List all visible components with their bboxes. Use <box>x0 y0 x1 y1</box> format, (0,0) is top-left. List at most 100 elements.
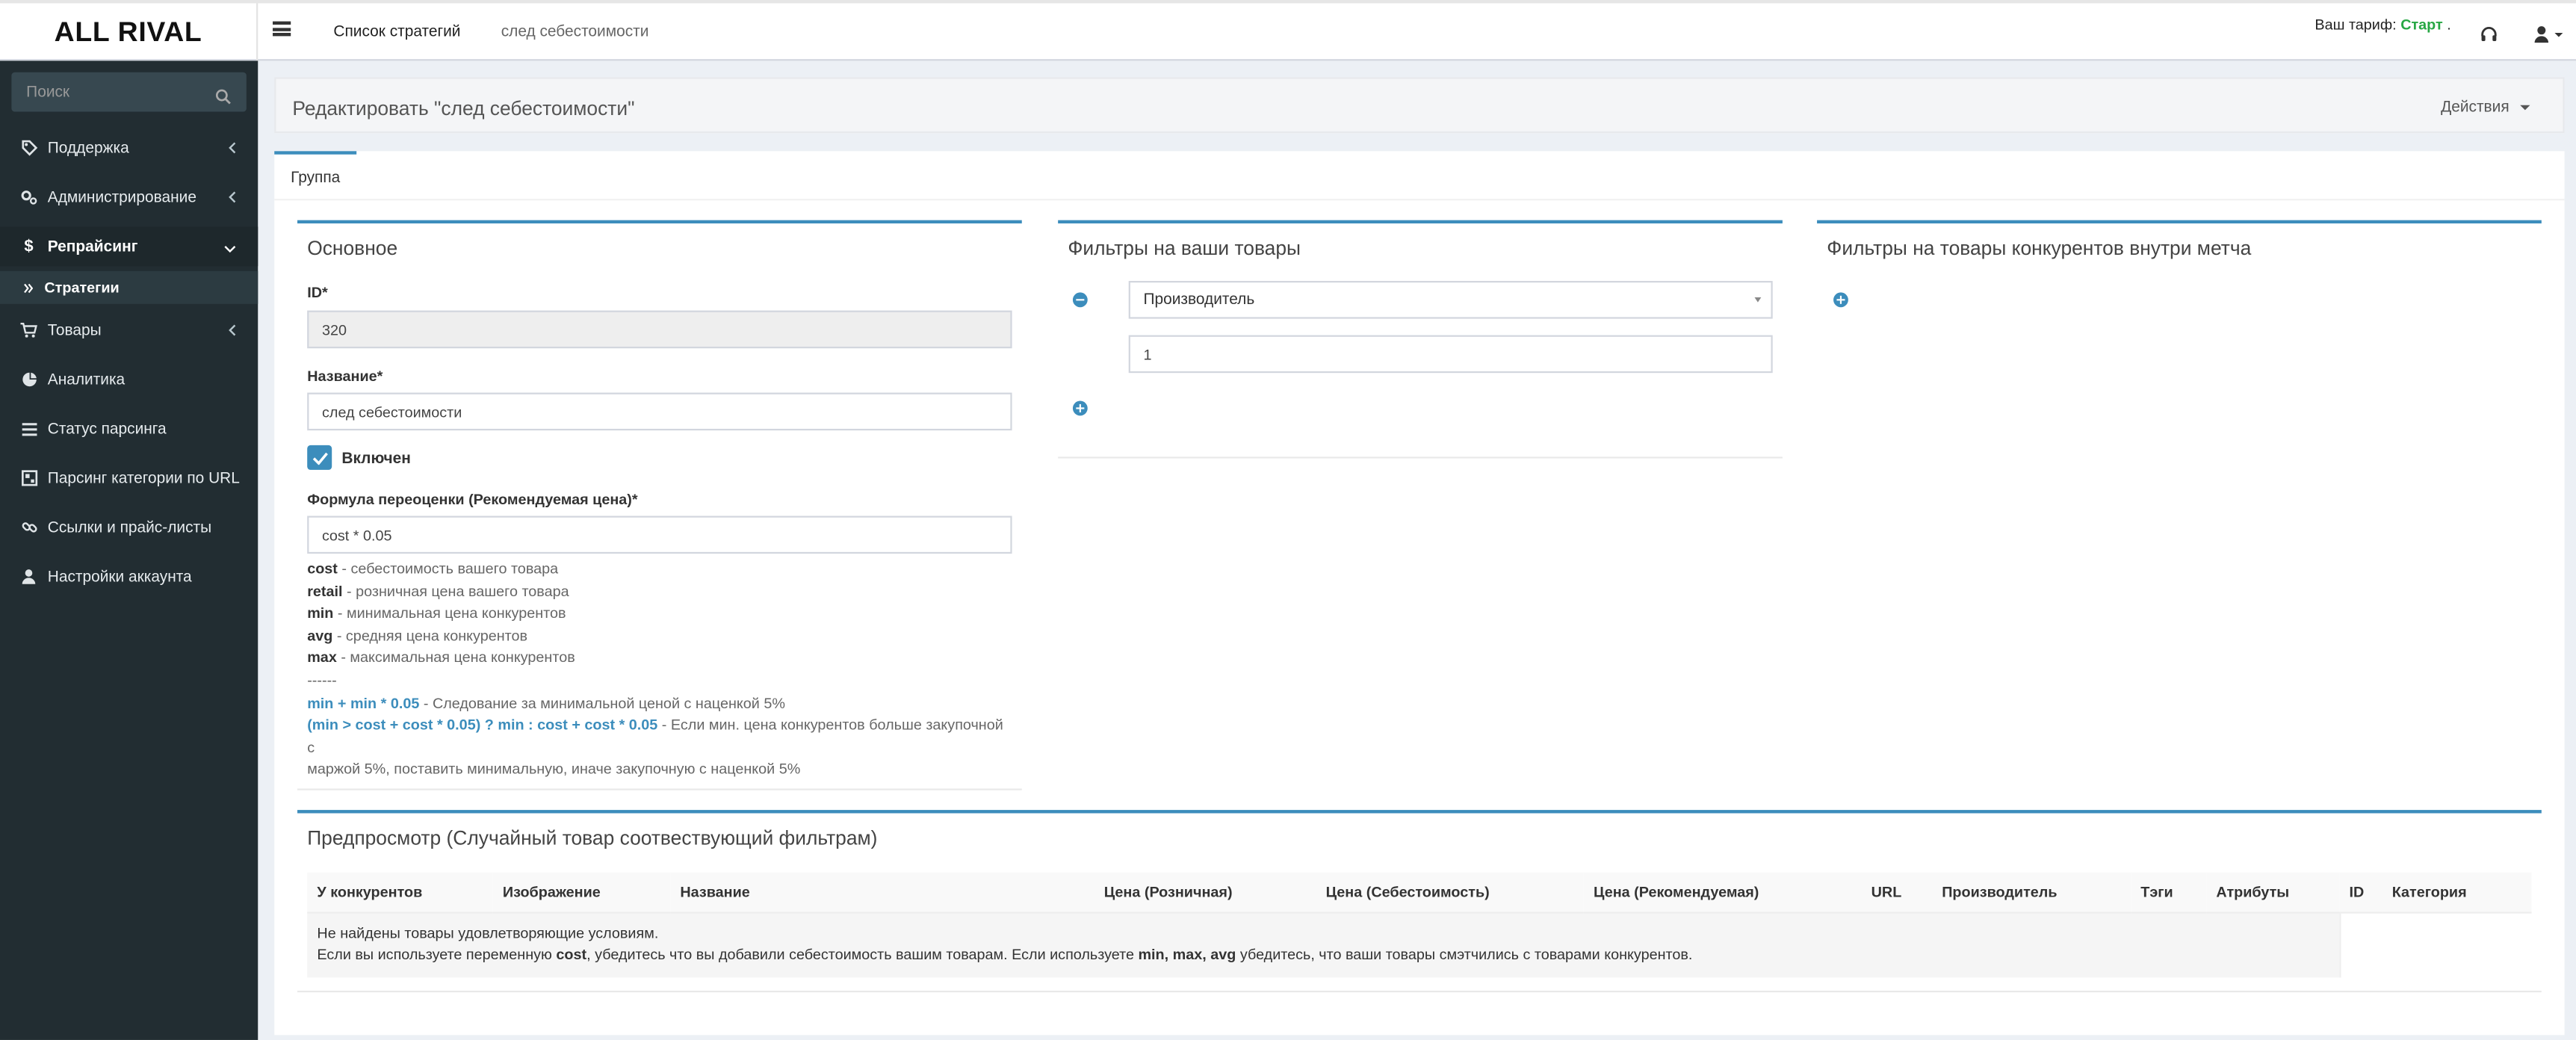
column-header: Цена (Себестоимость) <box>1316 872 1584 913</box>
pie-chart-icon <box>19 371 37 389</box>
column-header: У конкурентов <box>307 872 493 913</box>
sidebar-toggle-icon[interactable] <box>273 21 291 37</box>
list-icon <box>19 420 37 438</box>
box-divider <box>297 788 1022 790</box>
competitor-box-title: Фильтры на товары конкурентов внутри мет… <box>1827 236 2252 260</box>
sidebar-item-label: Настройки аккаунта <box>47 567 192 586</box>
column-header: Название <box>670 872 1095 913</box>
table-icon <box>19 469 37 487</box>
formula-label: Формула переоценки (Рекомендуемая цена)* <box>307 491 638 508</box>
sidebar-subitem-label: Стратегии <box>44 279 120 296</box>
id-label: ID* <box>307 284 328 301</box>
remove-filter-icon[interactable] <box>1072 292 1088 308</box>
empty-line: Не найдены товары удовлетворяющие услови… <box>317 923 659 941</box>
sidebar: Поддержка Администрирование $ Репрайсинг… <box>0 61 258 1040</box>
chevron-left-icon <box>229 141 237 159</box>
preview-table: У конкурентов Изображение Название Цена … <box>307 872 2532 977</box>
formula-field[interactable]: cost * 0.05 <box>307 516 1012 554</box>
help-separator: ------ <box>307 672 337 689</box>
link-icon <box>19 519 37 536</box>
tabs-divider <box>274 199 2565 201</box>
sidebar-search <box>11 72 247 114</box>
empty-cell <box>2338 911 2532 977</box>
help-line: max - максимальная цена конкурентов <box>307 649 575 666</box>
help-line: avg - средняя цена конкурентов <box>307 627 528 644</box>
sidebar-item-links-pricelists[interactable]: Ссылки и прайс-листы <box>0 507 258 547</box>
enabled-checkbox[interactable] <box>307 445 332 470</box>
tariff-label: Ваш тариф: <box>2315 16 2397 33</box>
chevron-down-icon <box>223 240 237 258</box>
filter-field-select[interactable]: Производитель <box>1128 281 1773 319</box>
empty-message: Не найдены товары удовлетворяющие услови… <box>307 911 2340 977</box>
help-example-2-cont: маржой 5%, поставить минимальную, иначе … <box>307 761 801 778</box>
sidebar-item-category-parsing[interactable]: Парсинг категории по URL <box>0 459 258 498</box>
cogs-icon <box>19 188 37 206</box>
table-row: Не найдены товары удовлетворяющие услови… <box>307 911 2532 977</box>
name-label: Название* <box>307 368 383 385</box>
nav-strategies-list[interactable]: Список стратегий <box>333 23 460 41</box>
sidebar-item-account-settings[interactable]: Настройки аккаунта <box>0 557 258 596</box>
check-icon <box>312 451 327 465</box>
main-box-title: Основное <box>307 236 398 260</box>
user-icon <box>19 568 37 586</box>
sidebar-item-products[interactable]: Товары <box>0 311 258 350</box>
column-header: Производитель <box>1932 872 2131 913</box>
sidebar-item-label: Товары <box>47 321 102 340</box>
select-value: Производитель <box>1143 291 1255 309</box>
sidebar-item-label: Аналитика <box>47 370 126 389</box>
preview-title: Предпросмотр (Случайный товар соотвеству… <box>307 826 878 849</box>
tariff-plan[interactable]: Старт <box>2400 16 2443 33</box>
formula-help: cost - себестоимость вашего товара retai… <box>307 559 1014 782</box>
column-header: Изображение <box>492 872 671 913</box>
tab-group[interactable]: Группа <box>274 151 357 200</box>
actions-dropdown[interactable]: Действия <box>2441 99 2530 117</box>
sidebar-subitem-strategies[interactable]: Стратегии <box>0 270 258 304</box>
column-header: Тэги <box>2131 872 2207 913</box>
enabled-label[interactable]: Включен <box>341 451 410 468</box>
filters-box-title: Фильтры на ваши товары <box>1068 236 1301 260</box>
help-line: retail - розничная цена вашего товара <box>307 582 569 599</box>
tag-icon <box>19 139 37 157</box>
dollar-icon: $ <box>24 237 34 256</box>
sidebar-item-label: Ссылки и прайс-листы <box>47 518 212 536</box>
sidebar-item-repricing[interactable]: $ Репрайсинг <box>0 226 258 267</box>
sidebar-item-label: Администрирование <box>47 188 196 206</box>
add-filter-icon[interactable] <box>1072 400 1088 416</box>
search-input[interactable] <box>11 72 209 112</box>
competitor-filters-box: Фильтры на товары конкурентов внутри мет… <box>1817 220 2542 352</box>
name-field[interactable]: след себестоимости <box>307 392 1012 431</box>
search-icon[interactable] <box>215 84 232 114</box>
sidebar-item-parsing-status[interactable]: Статус парсинга <box>0 409 258 449</box>
help-line: cost - себестоимость вашего товара <box>307 560 559 577</box>
page-title: Редактировать "след себестоимости" <box>292 96 635 120</box>
nav-current-strategy[interactable]: след себестоимости <box>501 23 649 41</box>
empty-line: Если вы используете переменную cost, убе… <box>317 946 1693 963</box>
actions-label: Действия <box>2441 98 2510 117</box>
help-example-2: (min > cost + cost * 0.05) ? min : cost … <box>307 716 1003 755</box>
add-competitor-filter-icon[interactable] <box>1833 292 1848 308</box>
help-line: min - минимальная цена конкурентов <box>307 604 566 622</box>
content-header: Редактировать "след себестоимости" Дейст… <box>274 77 2565 134</box>
sidebar-item-label: Парсинг категории по URL <box>47 468 240 487</box>
sidebar-item-analytics[interactable]: Аналитика <box>0 360 258 400</box>
box-divider <box>297 990 2542 993</box>
headset-icon[interactable] <box>2479 23 2498 43</box>
cart-icon <box>19 321 37 339</box>
top-navbar: ALL RIVAL Список стратегий след себестои… <box>0 0 2576 63</box>
select-caret-icon <box>1754 297 1762 303</box>
column-header: Атрибуты <box>2206 872 2340 913</box>
sidebar-item-administration[interactable]: Администрирование <box>0 177 258 217</box>
caret-down-icon <box>2520 105 2530 111</box>
sidebar-item-label: Статус парсинга <box>47 419 167 439</box>
column-header: Категория <box>2382 872 2532 913</box>
column-header: URL <box>1861 872 1933 913</box>
filter-value-input[interactable]: 1 <box>1128 335 1773 374</box>
chevron-left-icon <box>229 324 237 341</box>
app-logo[interactable]: ALL RIVAL <box>0 3 258 63</box>
id-field[interactable]: 320 <box>307 310 1012 349</box>
user-menu-icon[interactable] <box>2533 23 2566 43</box>
sidebar-item-label: Репрайсинг <box>47 237 138 256</box>
tariff-info[interactable]: Ваш тариф: Старт . <box>2315 16 2450 33</box>
double-chevron-right-icon <box>23 282 33 293</box>
sidebar-item-support[interactable]: Поддержка <box>0 129 258 168</box>
